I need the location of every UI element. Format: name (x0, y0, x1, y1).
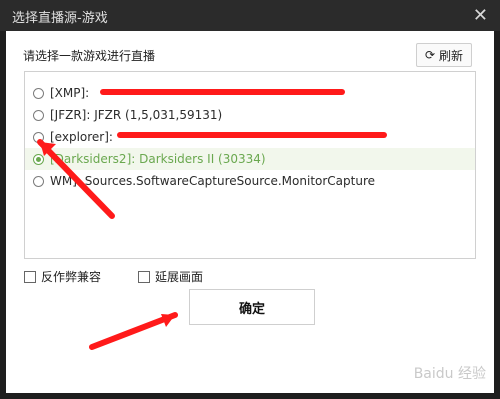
redaction-mark (100, 89, 345, 95)
radio-selected-icon[interactable] (33, 153, 44, 165)
radio-icon[interactable] (33, 87, 44, 99)
list-item-monitor[interactable]: WM]: Sources.SoftwareCaptureSource.Monit… (25, 170, 475, 192)
list-item-darksiders2[interactable]: [Darksiders2]: Darksiders II (30334) (25, 148, 475, 170)
list-item-label: [JFZR]: JFZR (1,5,031,59131) (50, 108, 223, 122)
extend-screen-checkbox[interactable]: 延展画面 (138, 268, 203, 285)
list-item-label: [Darksiders2]: Darksiders II (30334) (50, 152, 266, 166)
close-icon[interactable]: ✕ (473, 5, 488, 26)
game-list[interactable]: [XMP]: [JFZR]: JFZR (1,5,031,59131) [exp… (24, 71, 476, 259)
radio-icon[interactable] (33, 175, 44, 187)
list-item-jfzr[interactable]: [JFZR]: JFZR (1,5,031,59131) (25, 104, 475, 126)
list-item-label: [explorer]: (50, 130, 113, 144)
ok-button[interactable]: 确定 (189, 289, 315, 325)
window-title: 选择直播源-游戏 (12, 11, 108, 26)
refresh-label: 刷新 (439, 48, 464, 63)
list-item-label: WM]: Sources.SoftwareCaptureSource.Monit… (50, 174, 376, 188)
redaction-mark (117, 132, 387, 138)
ok-label: 确定 (238, 301, 265, 317)
anti-cheat-label: 反作弊兼容 (41, 270, 102, 284)
watermark: Baidu 经验 (413, 366, 486, 382)
dialog-body: 请选择一款游戏进行直播 ⟳ 刷新 [XMP]: [JFZR]: JFZR (1,… (6, 31, 494, 393)
prompt-text: 请选择一款游戏进行直播 (23, 49, 156, 63)
checkbox-box[interactable] (138, 270, 150, 283)
refresh-button[interactable]: ⟳ 刷新 (416, 43, 472, 67)
refresh-icon: ⟳ (424, 48, 436, 62)
title-bar: 选择直播源-游戏 ✕ (0, 0, 500, 31)
radio-icon[interactable] (33, 131, 44, 143)
extend-screen-label: 延展画面 (155, 270, 204, 284)
anti-cheat-checkbox[interactable]: 反作弊兼容 (24, 268, 101, 285)
list-item-label: [XMP]: (50, 86, 90, 100)
checkbox-box[interactable] (24, 270, 36, 283)
radio-icon[interactable] (33, 109, 44, 121)
